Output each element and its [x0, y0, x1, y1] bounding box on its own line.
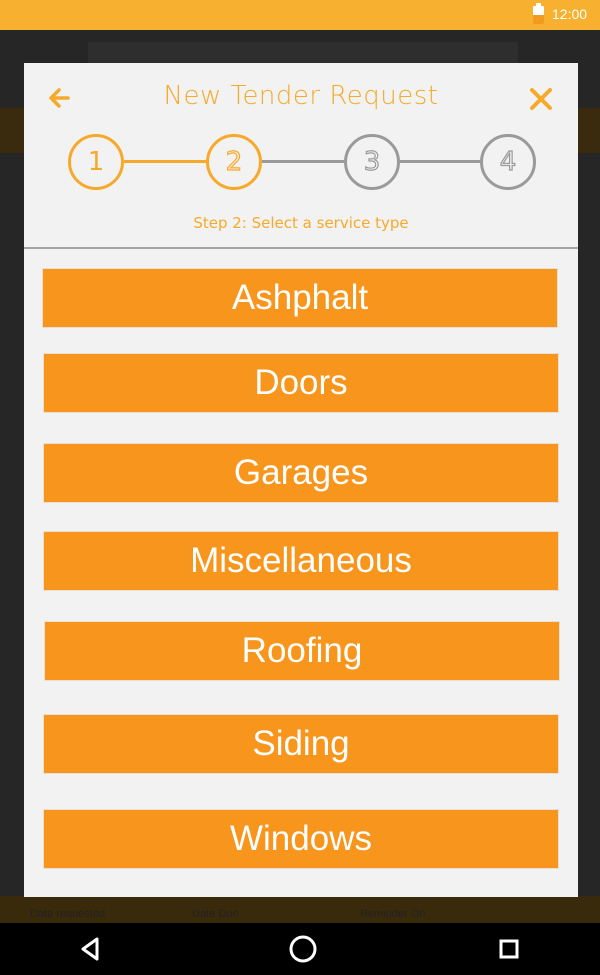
background-col-date-requested: Date requested — [30, 908, 106, 920]
step-1-label: 1 — [87, 147, 105, 177]
navigation-bar — [0, 923, 600, 975]
step-3[interactable]: 3 — [344, 134, 400, 190]
step-connector-2-3 — [262, 160, 344, 163]
step-connector-1-2 — [124, 160, 206, 163]
progress-stepper: 1 2 3 4 — [68, 134, 536, 190]
nav-recents-icon — [499, 939, 519, 959]
service-button-siding[interactable]: Siding — [43, 714, 559, 774]
service-button-doors[interactable]: Doors — [43, 353, 559, 413]
step-2-label: 2 — [225, 146, 243, 177]
nav-recents-button[interactable] — [469, 923, 549, 975]
background-col-date-due: Date Due — [192, 908, 239, 920]
close-button[interactable] — [528, 87, 554, 111]
service-button-miscellaneous[interactable]: Miscellaneous — [43, 531, 559, 591]
step-caption: Step 2: Select a service type — [193, 214, 409, 232]
dialog-title: New Tender Request — [163, 81, 439, 111]
status-bar: 12:00 — [0, 0, 600, 30]
service-button-windows[interactable]: Windows — [43, 809, 559, 869]
nav-back-button[interactable] — [50, 923, 130, 975]
service-button-roofing[interactable]: Roofing — [44, 621, 560, 681]
nav-home-button[interactable] — [263, 923, 343, 975]
nav-back-icon — [81, 937, 99, 961]
new-tender-request-dialog: New Tender Request 1 2 3 4 Step 2: Selec… — [24, 63, 578, 897]
service-button-garages[interactable]: Garages — [43, 443, 559, 503]
step-connector-3-4 — [400, 160, 480, 163]
background-col-reminder-on: Reminder On — [360, 908, 426, 920]
header-divider — [24, 247, 578, 249]
step-4-label: 4 — [499, 146, 517, 177]
service-button-ashphalt[interactable]: Ashphalt — [42, 268, 558, 328]
step-1[interactable]: 1 — [68, 134, 124, 190]
step-3-label: 3 — [363, 146, 381, 177]
step-4[interactable]: 4 — [480, 134, 536, 190]
status-time: 12:00 — [552, 6, 588, 22]
step-2[interactable]: 2 — [206, 134, 262, 190]
close-icon — [530, 88, 552, 110]
nav-home-icon — [289, 935, 317, 963]
battery-icon — [533, 3, 544, 24]
